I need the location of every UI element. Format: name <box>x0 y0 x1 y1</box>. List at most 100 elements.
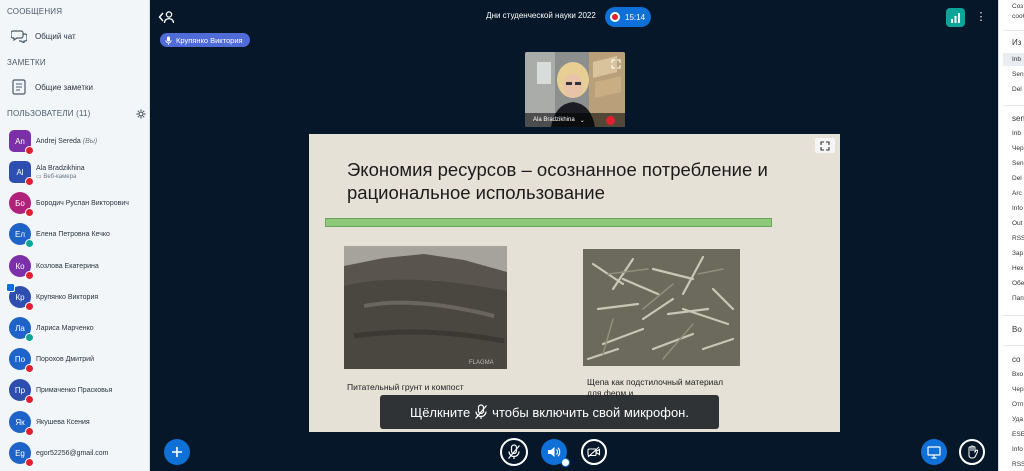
shared-notes-link[interactable]: Общие заметки <box>0 74 149 100</box>
user-name-text: Лариса Марченко <box>36 324 94 332</box>
mail-folder-item[interactable]: Info <box>1012 446 1023 453</box>
mail-folder-item[interactable]: Sen <box>1012 71 1024 78</box>
avatar: Бо <box>9 192 34 217</box>
chat-bubble-icon <box>10 27 28 45</box>
share-webcam-button[interactable] <box>581 439 607 465</box>
avatar: По <box>9 348 34 373</box>
back-user-icon <box>158 11 175 24</box>
recording-indicator[interactable]: 15:14 <box>605 7 651 27</box>
panel-divider <box>1003 345 1024 346</box>
mail-folder-item[interactable]: co <box>1012 355 1020 364</box>
mail-folder-item[interactable]: Чер <box>1012 145 1024 152</box>
mail-folder-item[interactable]: Зар <box>1012 250 1023 257</box>
talking-user-name: Крупянко Виктория <box>176 35 243 45</box>
options-menu-button[interactable]: ⋮ <box>975 9 987 25</box>
unmute-microphone-button[interactable] <box>500 438 528 466</box>
compost-watermark: FLAGMA <box>469 360 494 366</box>
raise-hand-icon <box>968 445 978 459</box>
user-name: Ala Bradzikhina <box>36 164 85 173</box>
avatar-initials: Eg <box>15 448 25 458</box>
mail-folder-item[interactable]: Пап <box>1012 295 1024 302</box>
mail-folder-item[interactable]: Info <box>1012 205 1023 212</box>
avatar-initials: Ел <box>14 229 25 239</box>
user-info: Крупянко Виктория <box>36 293 98 302</box>
muted-mic-icon <box>25 177 34 186</box>
mail-folder-item[interactable]: Обе <box>1012 280 1024 287</box>
presentation-slide[interactable]: Экономия ресурсов – осознанное потреблен… <box>309 134 840 432</box>
user-list-item[interactable]: Eg egor52256@gmail.com <box>0 439 149 467</box>
mail-folder-item[interactable]: Sen <box>1012 160 1024 167</box>
gear-icon[interactable] <box>136 109 146 119</box>
mail-folder-item[interactable]: ESE <box>1012 431 1024 438</box>
user-info: Примаченко Прасковья <box>36 386 112 395</box>
mail-folder-item[interactable]: сооб <box>1012 13 1024 20</box>
mail-folder-item[interactable]: Уда <box>1012 416 1023 423</box>
user-list-item[interactable]: Пр Примаченко Прасковья <box>0 376 149 404</box>
user-list-item[interactable]: Бо Бородич Руслан Викторович <box>0 189 149 217</box>
user-name-text: Бородич Руслан Викторович <box>36 199 129 207</box>
user-name-text: Елена Петровна Кечко <box>36 230 110 238</box>
messages-section-title: СООБЩЕНИЯ <box>7 7 63 16</box>
leave-audio-button[interactable] <box>541 439 570 467</box>
mail-folder-item[interactable]: sen <box>1012 114 1024 123</box>
avatar: Як <box>9 411 34 436</box>
connection-status-button[interactable] <box>946 8 965 27</box>
avatar-initials: Бо <box>15 198 25 208</box>
public-chat-link[interactable]: Общий чат <box>0 23 149 49</box>
muted-mic-icon <box>25 302 34 311</box>
user-list-item[interactable]: Ко Козлова Екатерина <box>0 252 149 280</box>
presenter-icon <box>6 283 15 292</box>
user-list-item[interactable]: Ла Лариса Марченко <box>0 314 149 342</box>
expand-video-icon[interactable] <box>611 56 621 74</box>
mail-folder-item[interactable]: Соз <box>1012 3 1023 10</box>
mail-folder-item[interactable]: Вхо <box>1012 371 1023 378</box>
avatar: Al <box>9 161 34 186</box>
audio-dropdown-icon[interactable] <box>561 458 570 467</box>
user-info: Ala Bradzikhina ▭ Веб-камера <box>36 164 85 181</box>
mail-folder-item[interactable]: Нех <box>1012 265 1023 272</box>
mail-folder-item[interactable]: Del <box>1012 86 1022 93</box>
plus-icon <box>172 447 182 457</box>
mail-folder-item[interactable]: Отп <box>1012 401 1024 408</box>
shared-notes-label: Общие заметки <box>35 82 93 92</box>
webcam-tile[interactable]: Ala Bradzikhina ⌄ <box>525 52 625 127</box>
speaker-volume-icon <box>548 447 561 457</box>
mail-folder-item[interactable]: RSS <box>1012 461 1024 468</box>
raise-hand-button[interactable] <box>959 439 985 465</box>
fullscreen-slide-button[interactable] <box>815 138 835 153</box>
user-list-item[interactable]: Як Якушева Ксения <box>0 408 149 436</box>
user-info: Порохов Дмитрий <box>36 355 94 364</box>
avatar: Ел <box>9 223 34 248</box>
wood-chips-photo <box>583 249 740 366</box>
restore-presentation-button[interactable] <box>921 439 947 465</box>
mail-folder-item[interactable]: Arc <box>1012 190 1022 197</box>
user-name: Примаченко Прасковья <box>36 386 112 395</box>
avatar: Кр <box>6 283 34 311</box>
user-name-text: egor52256@gmail.com <box>36 449 109 457</box>
muted-mic-icon <box>606 115 615 125</box>
mail-folder-item[interactable]: Inb <box>1012 56 1021 63</box>
user-list-item[interactable]: Кр Крупянко Виктория <box>0 283 149 311</box>
mail-folder-item[interactable]: Из <box>1012 38 1021 47</box>
mail-folder-item[interactable]: Inb <box>1012 130 1021 137</box>
user-name-text: Примаченко Прасковья <box>36 386 113 394</box>
mail-folder-item[interactable]: Во <box>1012 325 1022 334</box>
user-status-text: Веб-камера <box>43 173 77 180</box>
chevron-down-icon[interactable]: ⌄ <box>580 117 585 124</box>
actions-plus-button[interactable] <box>164 439 190 465</box>
mail-folder-item[interactable]: Del <box>1012 175 1022 182</box>
user-list-item[interactable]: Ел Елена Петровна Кечко <box>0 220 149 248</box>
talking-indicator: Крупянко Виктория <box>160 33 250 47</box>
user-list-item[interactable]: По Порохов Дмитрий <box>0 345 149 373</box>
toggle-userlist-button[interactable] <box>158 9 176 25</box>
record-icon <box>610 12 620 22</box>
unmute-hint-toast: Щёлкните чтобы включить свой микрофон. <box>380 395 719 429</box>
user-list-item[interactable]: Al Ala Bradzikhina ▭ Веб-камера <box>0 158 149 186</box>
user-list-item[interactable]: An Andrej Sereda (Вы) <box>0 127 149 155</box>
muted-mic-icon <box>25 271 34 280</box>
webcam-name-bar: Ala Bradzikhina ⌄ <box>525 113 625 127</box>
mail-folder-item[interactable]: RSS <box>1012 235 1024 242</box>
user-name: Якушева Ксения <box>36 418 90 427</box>
mail-folder-item[interactable]: Out <box>1012 220 1022 227</box>
mail-folder-item[interactable]: Чер <box>1012 386 1024 393</box>
